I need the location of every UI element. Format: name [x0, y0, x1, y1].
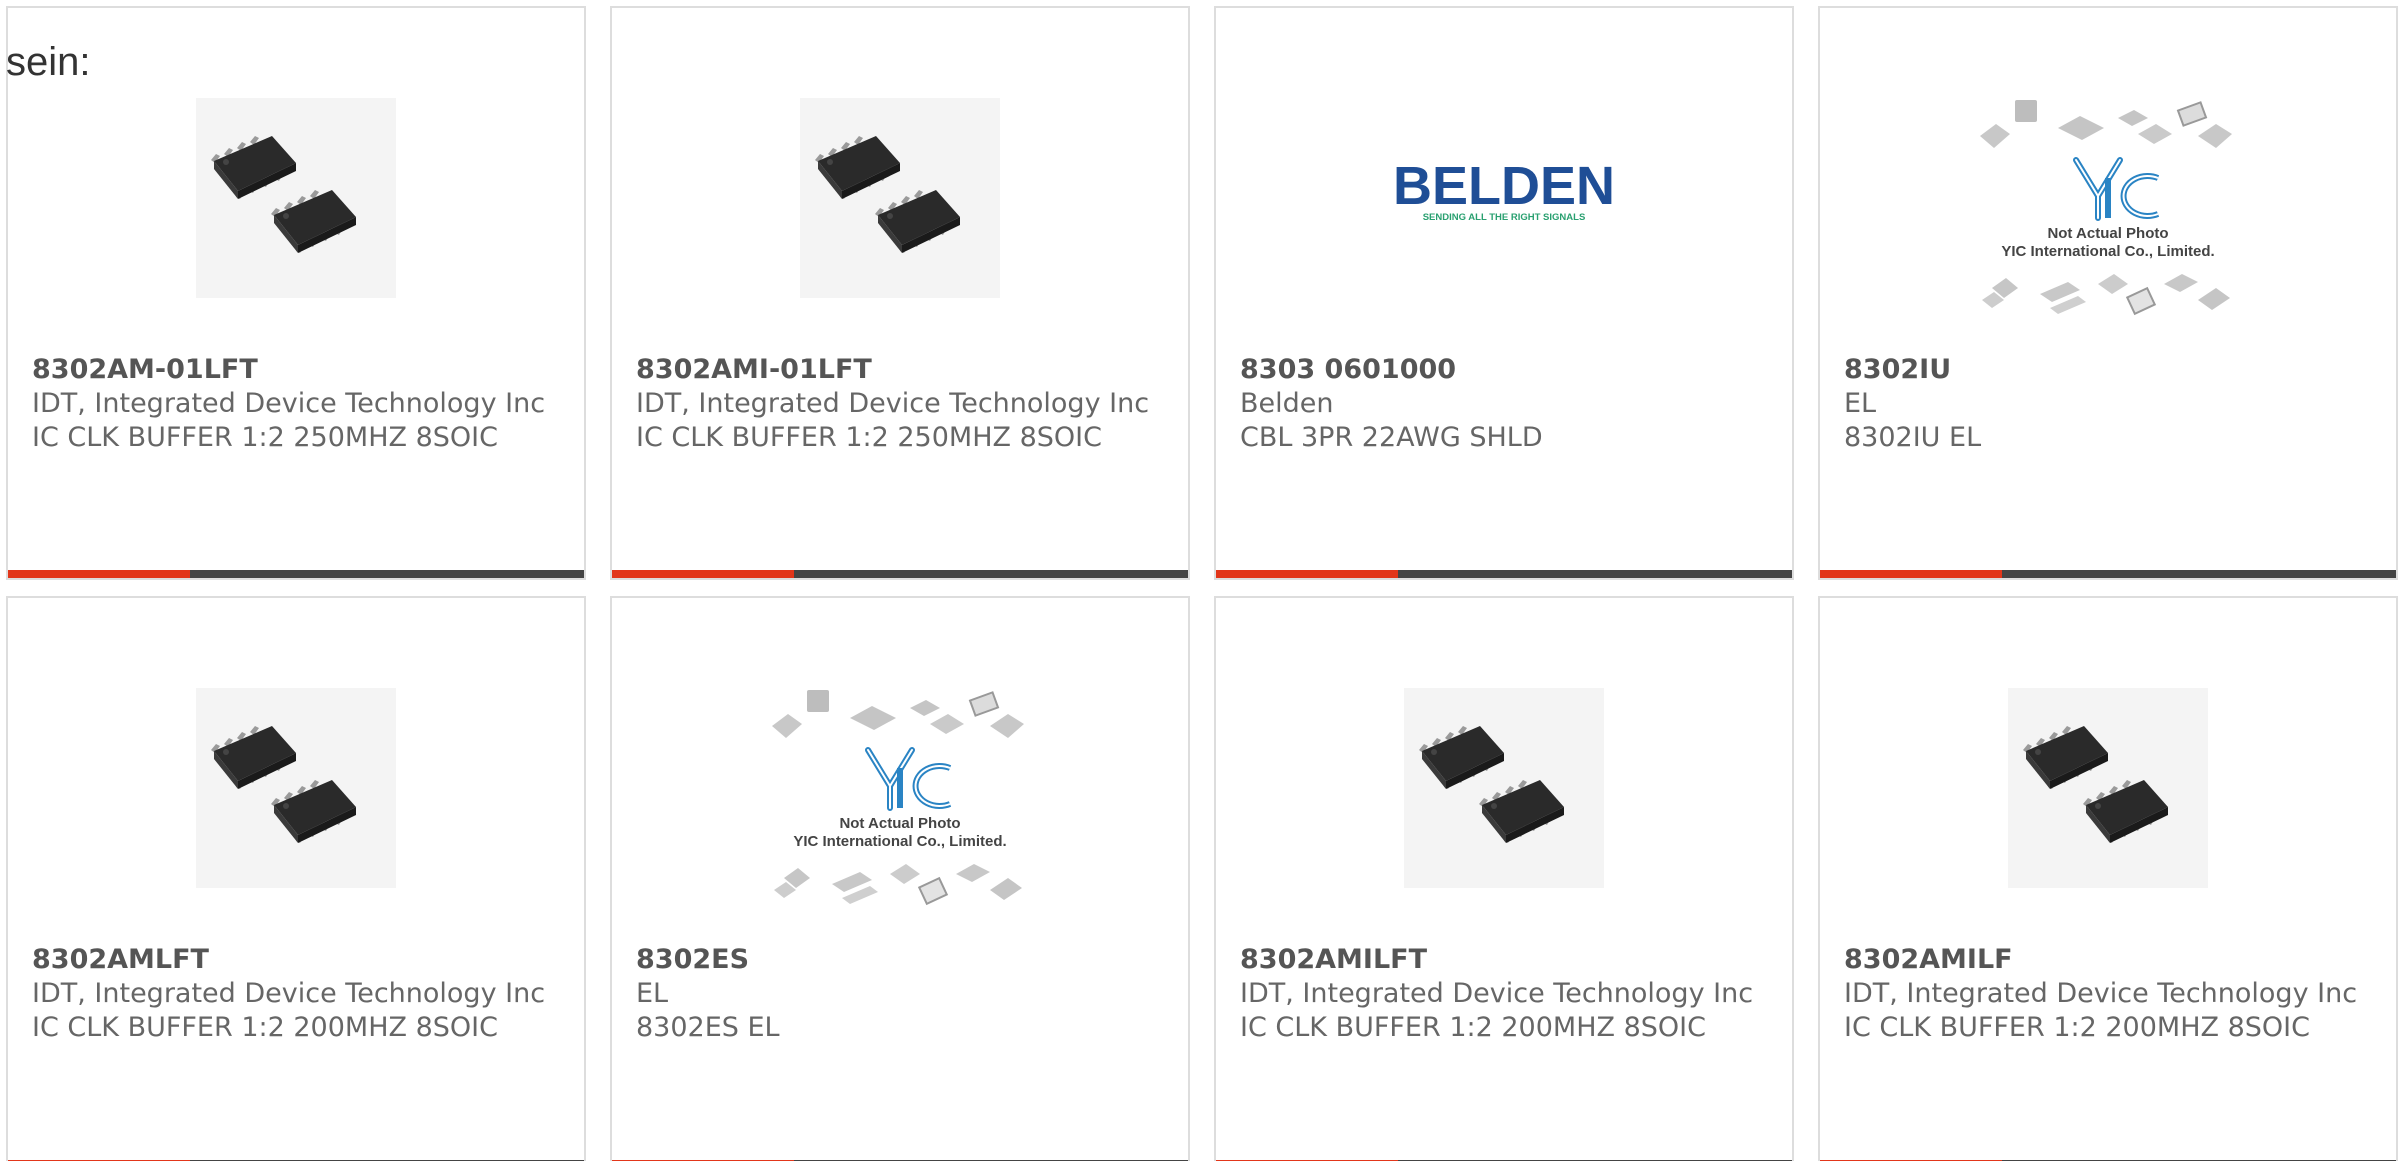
- product-image[interactable]: [1216, 638, 1792, 938]
- product-card[interactable]: Not Actual Photo YIC International Co., …: [1818, 6, 2398, 580]
- part-number-link[interactable]: 8302AMLFT: [32, 943, 568, 977]
- product-info: 8303 0601000 Belden CBL 3PR 22AWG SHLD: [1240, 353, 1776, 455]
- description: IC CLK BUFFER 1:2 200MHZ 8SOIC: [1844, 1012, 2310, 1043]
- part-number-link[interactable]: 8302AM-01LFT: [32, 353, 568, 387]
- manufacturer: EL: [636, 978, 669, 1009]
- description: IC CLK BUFFER 1:2 200MHZ 8SOIC: [32, 1012, 498, 1043]
- product-image[interactable]: Not Actual Photo YIC International Co., …: [612, 638, 1188, 938]
- intro-text: sein:: [6, 40, 91, 84]
- product-card[interactable]: BELDEN SENDING ALL THE RIGHT SIGNALS 830…: [1214, 6, 1794, 580]
- product-info: 8302AMLFT IDT, Integrated Device Technol…: [32, 943, 568, 1045]
- product-image[interactable]: [1820, 638, 2396, 938]
- product-card[interactable]: 8302AMLFT IDT, Integrated Device Technol…: [6, 596, 586, 1161]
- description: CBL 3PR 22AWG SHLD: [1240, 422, 1543, 453]
- product-image[interactable]: BELDEN SENDING ALL THE RIGHT SIGNALS: [1216, 48, 1792, 348]
- manufacturer: IDT, Integrated Device Technology Inc: [1240, 978, 1754, 1009]
- card-accent-bar: [612, 570, 1188, 578]
- product-info: 8302ES EL 8302ES EL: [636, 943, 1172, 1045]
- belden-logo-brand: BELDEN: [1394, 158, 1614, 216]
- part-number-link[interactable]: 8302AMILF: [1844, 943, 2380, 977]
- description: IC CLK BUFFER 1:2 250MHZ 8SOIC: [32, 422, 498, 453]
- card-accent-bar: [8, 570, 584, 578]
- product-card[interactable]: 8302AMILFT IDT, Integrated Device Techno…: [1214, 596, 1794, 1161]
- manufacturer: IDT, Integrated Device Technology Inc: [636, 388, 1150, 419]
- manufacturer: IDT, Integrated Device Technology Inc: [1844, 978, 2358, 1009]
- description: 8302ES EL: [636, 1012, 780, 1043]
- product-info: 8302IU EL 8302IU EL: [1844, 353, 2380, 455]
- yic-placeholder-icon: Not Actual Photo YIC International Co., …: [772, 690, 1024, 906]
- description: 8302IU EL: [1844, 422, 1982, 453]
- soic-chip-icon: [1419, 726, 1564, 843]
- manufacturer: IDT, Integrated Device Technology Inc: [32, 978, 546, 1009]
- product-card[interactable]: Not Actual Photo YIC International Co., …: [610, 596, 1190, 1161]
- belden-logo-tagline: SENDING ALL THE RIGHT SIGNALS: [1423, 212, 1586, 223]
- placeholder-line2: YIC International Co., Limited.: [2001, 243, 2214, 260]
- soic-chip-icon: [2023, 726, 2168, 843]
- part-number-link[interactable]: 8303 0601000: [1240, 353, 1776, 387]
- product-image[interactable]: [612, 48, 1188, 348]
- placeholder-line2: YIC International Co., Limited.: [793, 833, 1006, 850]
- yic-placeholder-icon: Not Actual Photo YIC International Co., …: [1980, 100, 2232, 316]
- belden-logo-icon: BELDEN SENDING ALL THE RIGHT SIGNALS: [1394, 158, 1614, 223]
- manufacturer: Belden: [1240, 388, 1334, 419]
- product-info: 8302AMILF IDT, Integrated Device Technol…: [1844, 943, 2380, 1045]
- part-number-link[interactable]: 8302AMI-01LFT: [636, 353, 1172, 387]
- product-image[interactable]: [8, 638, 584, 938]
- product-info: 8302AMI-01LFT IDT, Integrated Device Tec…: [636, 353, 1172, 455]
- product-info: 8302AMILFT IDT, Integrated Device Techno…: [1240, 943, 1776, 1045]
- soic-chip-icon: [815, 136, 960, 253]
- soic-chip-icon: [211, 136, 356, 253]
- card-accent-bar: [1820, 570, 2396, 578]
- product-card[interactable]: 8302AM-01LFT IDT, Integrated Device Tech…: [6, 6, 586, 580]
- card-accent-bar: [1216, 570, 1792, 578]
- description: IC CLK BUFFER 1:2 250MHZ 8SOIC: [636, 422, 1102, 453]
- manufacturer: EL: [1844, 388, 1877, 419]
- placeholder-line1: Not Actual Photo: [2047, 225, 2168, 242]
- product-grid-page: sein: 8302AM-01LFT IDT, Integrated Devic…: [0, 0, 2400, 1161]
- placeholder-line1: Not Actual Photo: [839, 815, 960, 832]
- product-image[interactable]: Not Actual Photo YIC International Co., …: [1820, 48, 2396, 348]
- description: IC CLK BUFFER 1:2 200MHZ 8SOIC: [1240, 1012, 1706, 1043]
- product-info: 8302AM-01LFT IDT, Integrated Device Tech…: [32, 353, 568, 455]
- soic-chip-icon: [211, 726, 356, 843]
- part-number-link[interactable]: 8302ES: [636, 943, 1172, 977]
- manufacturer: IDT, Integrated Device Technology Inc: [32, 388, 546, 419]
- product-card[interactable]: 8302AMILF IDT, Integrated Device Technol…: [1818, 596, 2398, 1161]
- part-number-link[interactable]: 8302IU: [1844, 353, 2380, 387]
- part-number-link[interactable]: 8302AMILFT: [1240, 943, 1776, 977]
- product-card[interactable]: 8302AMI-01LFT IDT, Integrated Device Tec…: [610, 6, 1190, 580]
- product-image[interactable]: [8, 48, 584, 348]
